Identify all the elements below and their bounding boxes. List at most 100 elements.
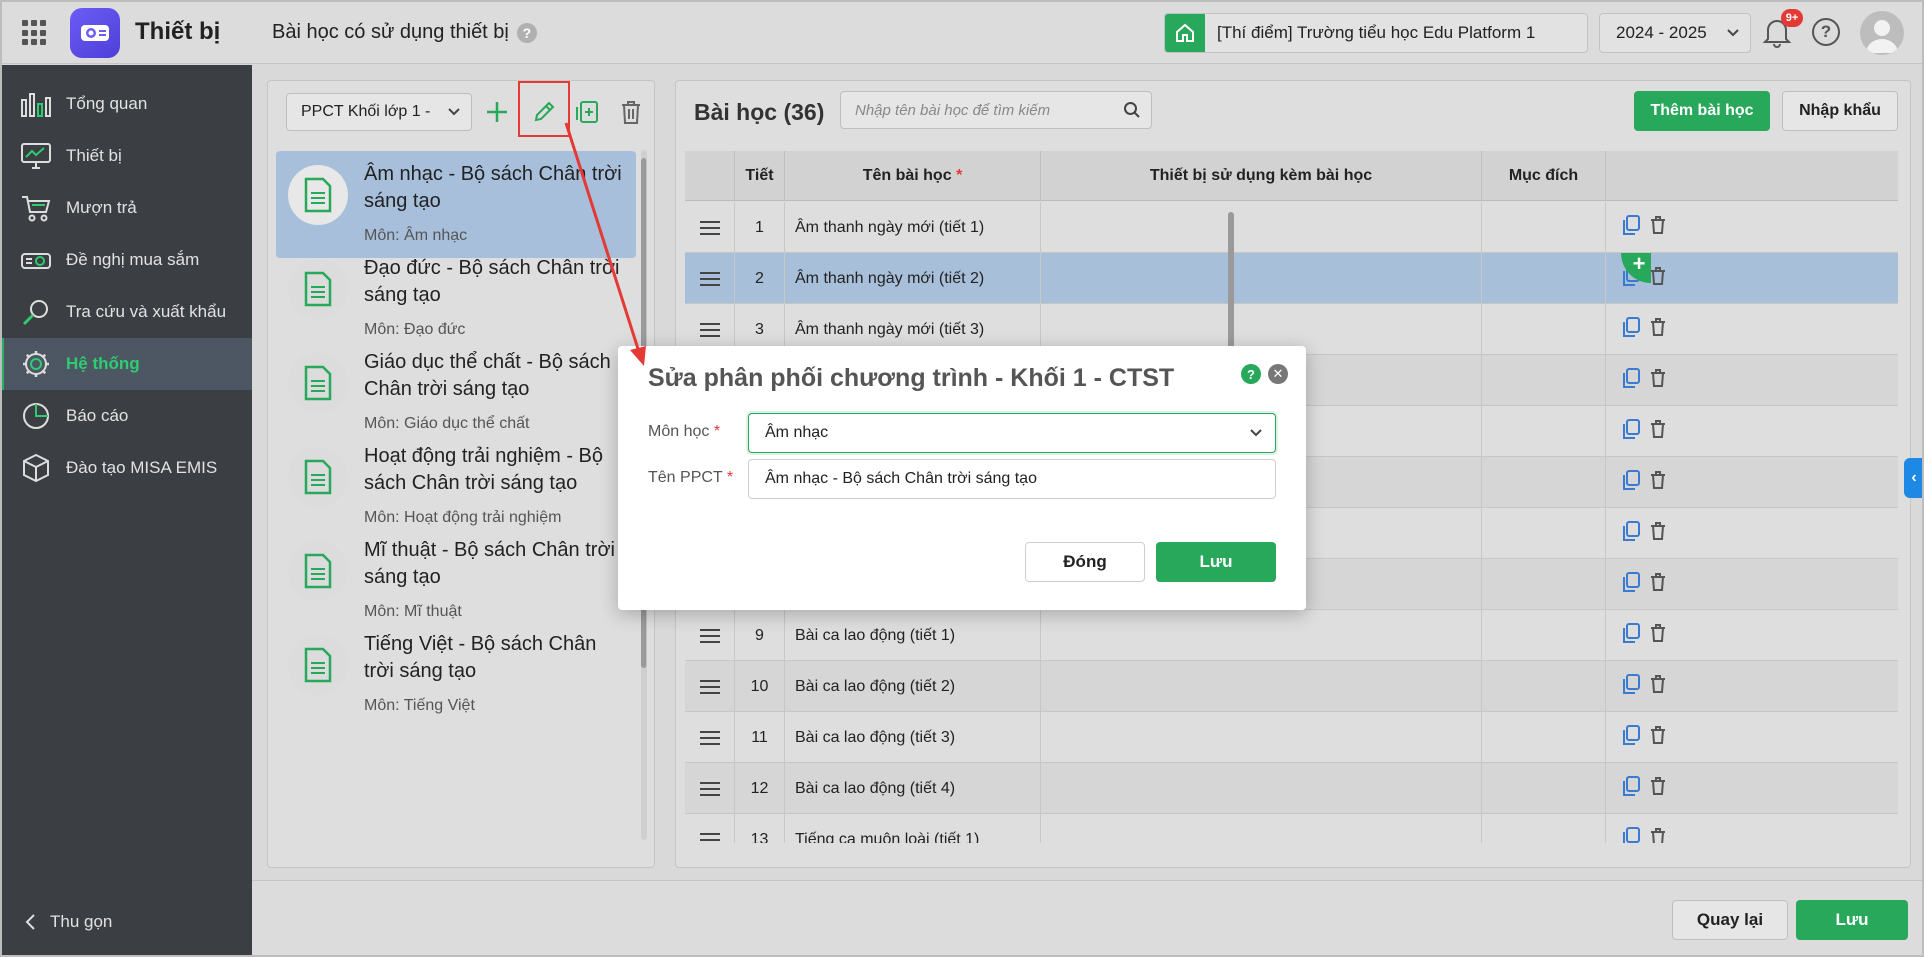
dialog-save-button[interactable]: Lưu [1156, 542, 1276, 582]
copy-icon[interactable] [1621, 724, 1641, 751]
cell-muc-dich[interactable] [1482, 304, 1606, 355]
cell-thiet-bi[interactable] [1041, 610, 1482, 661]
dialog-cancel-button[interactable]: Đóng [1025, 542, 1145, 582]
lesson-search-input[interactable]: Nhập tên bài học để tìm kiếm [840, 91, 1152, 129]
copy-icon[interactable] [1621, 316, 1641, 343]
collapse-button[interactable]: Thu gọn [24, 912, 112, 932]
table-row[interactable]: 12 Bài ca lao động (tiết 4) [685, 763, 1898, 814]
list-item[interactable]: Tiếng Việt - Bộ sách Chân trời sáng tạo … [276, 621, 636, 728]
trash-icon[interactable] [1649, 521, 1667, 546]
cell-muc-dich[interactable] [1482, 610, 1606, 661]
list-item[interactable]: Mĩ thuật - Bộ sách Chân trời sáng tạo Mô… [276, 527, 636, 634]
sidebar-item-tong-quan[interactable]: Tổng quan [0, 78, 252, 130]
trash-icon[interactable] [614, 95, 648, 129]
cell-muc-dich[interactable] [1482, 712, 1606, 763]
sidebar-item-bao-cao[interactable]: Báo cáo [0, 390, 252, 442]
cell-thiet-bi[interactable] [1041, 712, 1482, 763]
drag-handle-icon[interactable] [685, 763, 735, 814]
cell-thiet-bi[interactable] [1041, 202, 1482, 253]
cell-muc-dich[interactable] [1482, 508, 1606, 559]
drag-handle-icon[interactable] [685, 202, 735, 253]
cell-muc-dich[interactable] [1482, 661, 1606, 712]
copy-icon[interactable] [1621, 673, 1641, 700]
ppct-select[interactable]: PPCT Khối lớp 1 - [286, 93, 472, 131]
copy-icon[interactable] [1621, 622, 1641, 649]
copy-icon[interactable] [1621, 775, 1641, 802]
pencil-icon[interactable] [527, 95, 561, 129]
table-row[interactable]: 1 Âm thanh ngày mới (tiết 1) [685, 202, 1898, 253]
copy-icon[interactable] [1621, 520, 1641, 547]
trash-icon[interactable] [1649, 776, 1667, 801]
cell-ten-bai-hoc[interactable]: Âm thanh ngày mới (tiết 2) [785, 253, 1041, 304]
subject-select[interactable]: Âm nhạc [748, 413, 1276, 453]
trash-icon[interactable] [1649, 827, 1667, 843]
search-icon[interactable] [1123, 101, 1141, 119]
help-icon[interactable]: ? [1812, 18, 1840, 46]
cell-thiet-bi[interactable] [1041, 814, 1482, 843]
trash-icon[interactable] [1649, 317, 1667, 342]
add-lesson-button[interactable]: Thêm bài học [1634, 91, 1770, 131]
cell-muc-dich[interactable] [1482, 253, 1606, 304]
sidebar-item-thiet-bi[interactable]: Thiết bị [0, 130, 252, 182]
drag-handle-icon[interactable] [685, 661, 735, 712]
trash-icon[interactable] [1649, 215, 1667, 240]
apps-grid-icon[interactable] [22, 20, 48, 46]
sidebar-item-muon-tra[interactable]: Mượn trả [0, 182, 252, 234]
sidebar-item-de-nghi-mua-sam[interactable]: Đề nghị mua sắm [0, 234, 252, 286]
cell-muc-dich[interactable] [1482, 814, 1606, 843]
dialog-help-icon[interactable]: ? [1241, 364, 1261, 384]
avatar[interactable] [1860, 11, 1904, 55]
list-item[interactable]: Giáo dục thể chất - Bộ sách Chân trời sá… [276, 339, 636, 446]
cell-muc-dich[interactable] [1482, 355, 1606, 406]
ppct-name-input[interactable]: Âm nhạc - Bộ sách Chân trời sáng tạo [748, 459, 1276, 499]
cell-thiet-bi[interactable] [1041, 661, 1482, 712]
drag-handle-icon[interactable] [685, 814, 735, 843]
list-item[interactable]: Đạo đức - Bộ sách Chân trời sáng tạo Môn… [276, 245, 636, 352]
trash-icon[interactable] [1649, 572, 1667, 597]
cell-ten-bai-hoc[interactable]: Tiếng ca muôn loài (tiết 1) [785, 814, 1041, 843]
cell-muc-dich[interactable] [1482, 202, 1606, 253]
copy-add-icon[interactable] [570, 95, 604, 129]
year-select[interactable]: 2024 - 2025 [1599, 13, 1751, 53]
school-selector[interactable]: [Thí điểm] Trường tiểu học Edu Platform … [1164, 13, 1588, 53]
drag-handle-icon[interactable] [685, 610, 735, 661]
list-item[interactable]: Hoạt động trải nghiệm - Bộ sách Chân trờ… [276, 433, 636, 540]
cell-thiet-bi[interactable] [1041, 763, 1482, 814]
copy-icon[interactable] [1621, 367, 1641, 394]
copy-icon[interactable] [1621, 214, 1641, 241]
sidebar-item-dao-tao[interactable]: Đào tạo MISA EMIS [0, 442, 252, 494]
back-button[interactable]: Quay lại [1672, 900, 1788, 940]
cell-ten-bai-hoc[interactable]: Âm thanh ngày mới (tiết 1) [785, 202, 1041, 253]
drag-handle-icon[interactable] [685, 712, 735, 763]
dialog-close-icon[interactable]: ✕ [1268, 364, 1288, 384]
trash-icon[interactable] [1649, 623, 1667, 648]
page-help-icon[interactable]: ? [516, 22, 537, 43]
sidebar-item-he-thong[interactable]: Hệ thống [0, 338, 252, 390]
table-row[interactable]: 9 Bài ca lao động (tiết 1) [685, 610, 1898, 661]
trash-icon[interactable] [1649, 674, 1667, 699]
side-panel-toggle[interactable]: ‹ [1904, 458, 1924, 498]
cell-muc-dich[interactable] [1482, 763, 1606, 814]
cell-ten-bai-hoc[interactable]: Bài ca lao động (tiết 3) [785, 712, 1041, 763]
footer-save-button[interactable]: Lưu [1796, 900, 1908, 940]
drag-handle-icon[interactable] [685, 253, 735, 304]
trash-icon[interactable] [1649, 725, 1667, 750]
trash-icon[interactable] [1649, 266, 1667, 291]
add-icon[interactable] [480, 95, 514, 129]
import-button[interactable]: Nhập khẩu [1782, 91, 1898, 131]
cell-muc-dich[interactable] [1482, 457, 1606, 508]
table-row[interactable]: 11 Bài ca lao động (tiết 3) [685, 712, 1898, 763]
cell-ten-bai-hoc[interactable]: Bài ca lao động (tiết 1) [785, 610, 1041, 661]
cell-ten-bai-hoc[interactable]: Bài ca lao động (tiết 2) [785, 661, 1041, 712]
copy-icon[interactable] [1621, 826, 1641, 843]
table-row[interactable]: 10 Bài ca lao động (tiết 2) [685, 661, 1898, 712]
list-item[interactable]: Âm nhạc - Bộ sách Chân trời sáng tạo Môn… [276, 151, 636, 258]
cell-muc-dich[interactable] [1482, 406, 1606, 457]
copy-icon[interactable] [1621, 571, 1641, 598]
copy-icon[interactable] [1621, 418, 1641, 445]
trash-icon[interactable] [1649, 470, 1667, 495]
cell-muc-dich[interactable] [1482, 559, 1606, 610]
trash-icon[interactable] [1649, 419, 1667, 444]
table-row[interactable]: 13 Tiếng ca muôn loài (tiết 1) [685, 814, 1898, 843]
cell-thiet-bi[interactable] [1041, 253, 1482, 304]
